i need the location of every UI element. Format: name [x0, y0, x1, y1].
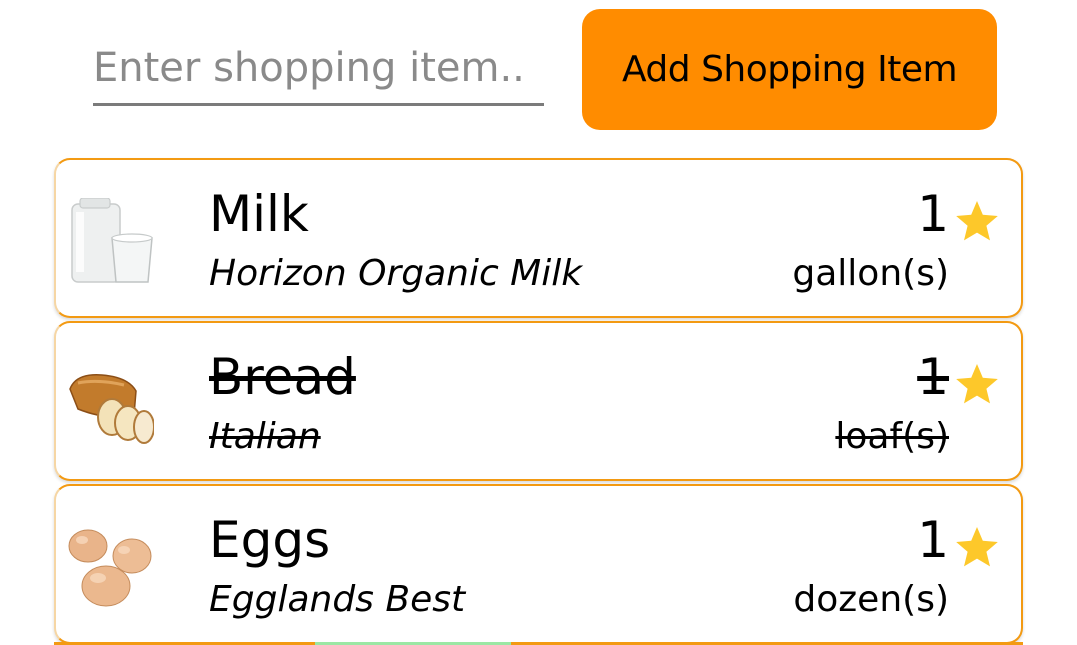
item-brand: Horizon Organic Milk — [209, 253, 583, 294]
shopping-item-input[interactable] — [93, 36, 544, 100]
shopping-list: Milk Horizon Organic Milk 1 gallon(s) Br… — [54, 158, 1023, 645]
list-item[interactable]: Bread Italian 1 loaf(s) — [54, 321, 1023, 481]
item-name: Bread — [209, 348, 356, 406]
shopping-list-screen: Add Shopping Item Milk Horizon Organic M… — [0, 0, 1077, 645]
favorite-star-icon[interactable] — [953, 524, 1001, 572]
item-quantity: 1 — [917, 185, 949, 243]
item-unit: dozen(s) — [793, 579, 949, 620]
item-unit: gallon(s) — [792, 253, 949, 294]
item-quantity: 1 — [917, 511, 949, 569]
item-quantity: 1 — [917, 348, 949, 406]
item-brand: Italian — [209, 416, 321, 457]
item-input-wrapper — [93, 28, 544, 106]
add-shopping-item-button[interactable]: Add Shopping Item — [582, 9, 997, 130]
eggs-icon — [68, 529, 152, 607]
item-name: Eggs — [209, 511, 331, 569]
item-name: Milk — [209, 185, 309, 243]
list-item[interactable]: Milk Horizon Organic Milk 1 gallon(s) — [54, 158, 1023, 318]
add-item-bar: Add Shopping Item — [0, 0, 1077, 140]
favorite-star-icon[interactable] — [953, 361, 1001, 409]
list-item[interactable]: Eggs Egglands Best 1 dozen(s) — [54, 484, 1023, 644]
bread-icon — [69, 374, 154, 444]
item-brand: Egglands Best — [209, 579, 466, 620]
milk-icon — [71, 198, 153, 283]
item-unit: loaf(s) — [835, 416, 949, 457]
favorite-star-icon[interactable] — [953, 198, 1001, 246]
